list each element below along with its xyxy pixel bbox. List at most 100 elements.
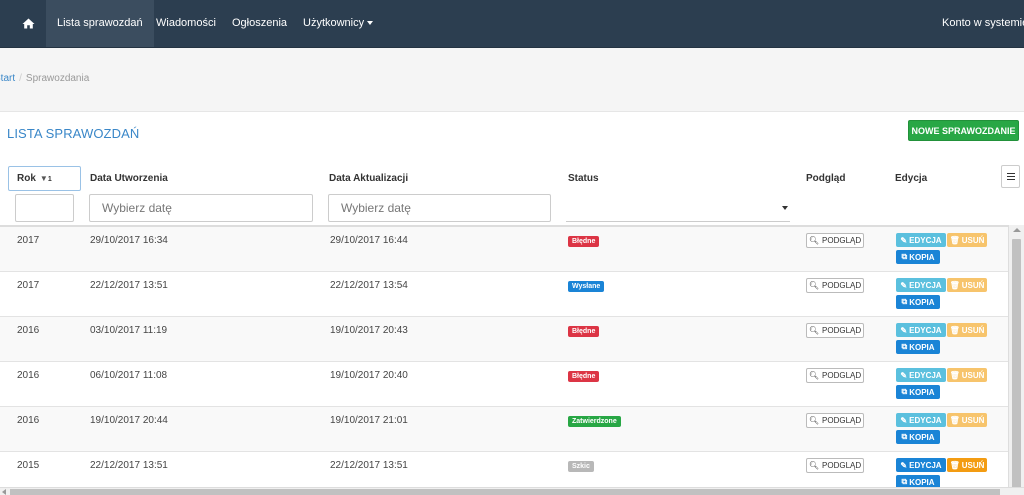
caret-down-icon [367, 21, 374, 26]
column-menu-button[interactable] [1001, 165, 1020, 188]
cell-year: 2016 [17, 325, 40, 336]
column-header-label: Rok [17, 173, 36, 184]
status-badge: Szkic [568, 461, 594, 472]
home-button[interactable] [10, 0, 46, 47]
edit-icon: ✎ [900, 460, 908, 470]
edit-button[interactable]: ✎ EDYCJA [896, 233, 946, 247]
cell-updated: 29/10/2017 16:44 [330, 235, 408, 246]
column-header-status[interactable]: Status [568, 173, 599, 184]
copy-button[interactable]: ⧉ KOPIA [896, 340, 940, 354]
cell-created: 19/10/2017 20:44 [90, 415, 168, 426]
cell-year: 2016 [17, 415, 40, 426]
delete-button[interactable]: 🗑︎ USUŃ [947, 278, 987, 292]
delete-button[interactable]: 🗑︎ USUŃ [947, 233, 987, 247]
edit-button[interactable]: ✎ EDYCJA [896, 413, 946, 427]
account-label: Konto w systemie [942, 17, 1024, 29]
scrollbar-thumb[interactable] [1012, 239, 1021, 489]
table-row: 2016 19/10/2017 20:44 19/10/2017 21:01 Z… [0, 407, 1008, 452]
search-icon: 🔍︎ [808, 326, 820, 335]
status-filter-select[interactable] [566, 194, 790, 222]
copy-button[interactable]: ⧉ KOPIA [896, 250, 940, 264]
created-date-filter[interactable]: Wybierz datę [89, 194, 313, 222]
status-badge: Zatwierdzone [568, 416, 621, 427]
search-icon: 🔍︎ [808, 416, 820, 425]
search-icon: 🔍︎ [808, 461, 820, 470]
nav-item-ogloszenia[interactable]: Ogłoszenia [221, 0, 298, 47]
cell-year: 2015 [17, 460, 40, 471]
copy-button[interactable]: ⧉ KOPIA [896, 430, 940, 444]
edit-button[interactable]: ✎ EDYCJA [896, 458, 946, 472]
edit-button[interactable]: ✎ EDYCJA [896, 368, 946, 382]
scroll-up-arrow-icon[interactable] [1013, 228, 1021, 232]
new-report-button[interactable]: NOWE SPRAWOZDANIE [908, 120, 1019, 141]
column-header-created[interactable]: Data Utworzenia [90, 173, 168, 184]
copy-icon: ⧉ [901, 252, 908, 261]
column-header-updated[interactable]: Data Aktualizacji [329, 173, 408, 184]
delete-button[interactable]: 🗑︎ USUŃ [947, 368, 987, 382]
breadcrumb-separator: / [19, 73, 22, 84]
edit-button[interactable]: ✎ EDYCJA [896, 323, 946, 337]
cell-created: 22/12/2017 13:51 [90, 460, 168, 471]
nav-item-lista-sprawozdan[interactable]: Lista sprawozdań [46, 0, 154, 47]
cell-year: 2016 [17, 370, 40, 381]
nav-item-uzytkownicy-dropdown[interactable]: Użytkownicy [292, 0, 384, 47]
search-icon: 🔍︎ [808, 236, 820, 245]
trash-icon: 🗑︎ [949, 325, 960, 335]
cell-created: 06/10/2017 11:08 [90, 370, 168, 381]
preview-button[interactable]: 🔍︎ PODGLĄD [806, 278, 864, 293]
edit-icon: ✎ [900, 235, 908, 245]
search-icon: 🔍︎ [808, 371, 820, 380]
preview-button[interactable]: 🔍︎ PODGLĄD [806, 233, 864, 248]
updated-date-filter[interactable]: Wybierz datę [328, 194, 551, 222]
trash-icon: 🗑︎ [949, 280, 960, 290]
breadcrumb-current: Sprawozdania [25, 73, 90, 84]
delete-button[interactable]: 🗑︎ USUŃ [947, 458, 987, 472]
delete-button[interactable]: 🗑︎ USUŃ [947, 413, 987, 427]
table-row: 2016 06/10/2017 11:08 19/10/2017 20:40 B… [0, 362, 1008, 407]
chevron-down-icon [782, 206, 788, 210]
scroll-left-arrow-icon[interactable] [2, 489, 6, 495]
edit-icon: ✎ [900, 370, 908, 380]
trash-icon: 🗑︎ [949, 370, 960, 380]
preview-button[interactable]: 🔍︎ PODGLĄD [806, 323, 864, 338]
nav-item-label: Użytkownicy [303, 17, 365, 29]
trash-icon: 🗑︎ [949, 415, 960, 425]
copy-button[interactable]: ⧉ KOPIA [896, 295, 940, 309]
copy-icon: ⧉ [901, 297, 908, 306]
copy-icon: ⧉ [901, 477, 908, 486]
trash-icon: 🗑︎ [949, 460, 960, 470]
nav-item-label: Lista sprawozdań [57, 17, 143, 29]
preview-button[interactable]: 🔍︎ PODGLĄD [806, 458, 864, 473]
cell-updated: 22/12/2017 13:51 [330, 460, 408, 471]
horizontal-scrollbar[interactable] [0, 487, 1024, 495]
account-menu[interactable]: Konto w systemie [931, 0, 1024, 47]
copy-icon: ⧉ [901, 387, 908, 396]
column-header-rok[interactable]: Rok ▼1 [17, 173, 52, 184]
cell-year: 2017 [17, 280, 40, 291]
table-row: 2017 29/10/2017 16:34 29/10/2017 16:44 B… [0, 227, 1008, 272]
vertical-scrollbar[interactable] [1008, 225, 1024, 495]
cell-created: 29/10/2017 16:34 [90, 235, 168, 246]
column-header-edit: Edycja [895, 173, 928, 184]
breadcrumb: Start /Sprawozdania [0, 73, 89, 84]
copy-button[interactable]: ⧉ KOPIA [896, 385, 940, 399]
breadcrumb-start-link[interactable]: Start [0, 73, 15, 84]
copy-icon: ⧉ [901, 432, 908, 441]
copy-icon: ⧉ [901, 342, 908, 351]
delete-button[interactable]: 🗑︎ USUŃ [947, 323, 987, 337]
nav-item-wiadomosci[interactable]: Wiadomości [145, 0, 227, 47]
cell-created: 22/12/2017 13:51 [90, 280, 168, 291]
table-row: 2017 22/12/2017 13:51 22/12/2017 13:54 W… [0, 272, 1008, 317]
edit-button[interactable]: ✎ EDYCJA [896, 278, 946, 292]
nav-item-label: Wiadomości [156, 17, 216, 29]
trash-icon: 🗑︎ [949, 235, 960, 245]
scrollbar-thumb[interactable] [10, 489, 1000, 495]
cell-updated: 19/10/2017 20:40 [330, 370, 408, 381]
status-badge: Błędne [568, 371, 600, 382]
preview-button[interactable]: 🔍︎ PODGLĄD [806, 413, 864, 428]
top-navbar: Lista sprawozdań Wiadomości Ogłoszenia U… [0, 0, 1024, 48]
column-header-preview: Podgląd [806, 173, 846, 184]
cell-created: 03/10/2017 11:19 [90, 325, 168, 336]
year-filter-input[interactable] [15, 194, 74, 222]
preview-button[interactable]: 🔍︎ PODGLĄD [806, 368, 864, 383]
